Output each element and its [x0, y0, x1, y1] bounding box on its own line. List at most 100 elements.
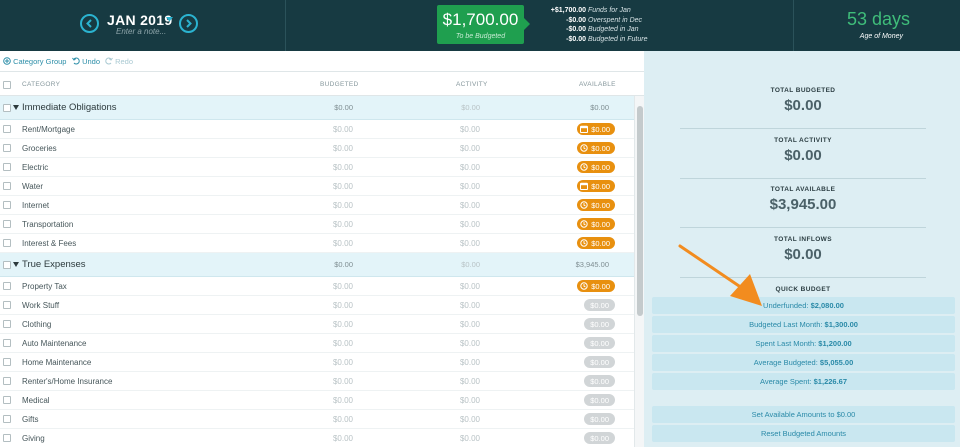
- activity-cell[interactable]: $0.00: [460, 339, 480, 348]
- available-pill[interactable]: $0.00: [584, 413, 615, 425]
- category-name[interactable]: Clothing: [22, 320, 51, 329]
- inspector-action-button[interactable]: Set Available Amounts to $0.00: [652, 406, 955, 423]
- category-checkbox[interactable]: [3, 182, 11, 190]
- group-name[interactable]: Immediate Obligations: [22, 102, 117, 113]
- category-name[interactable]: Transportation: [22, 220, 73, 229]
- available-pill[interactable]: $0.00: [584, 318, 615, 330]
- activity-cell[interactable]: $0.00: [460, 182, 480, 191]
- category-name[interactable]: Auto Maintenance: [22, 339, 87, 348]
- category-row[interactable]: Electric $0.00 $0.00 $0.00: [0, 158, 634, 177]
- category-checkbox[interactable]: [3, 282, 11, 290]
- category-column-header[interactable]: CATEGORY: [22, 81, 60, 88]
- category-row[interactable]: Gifts $0.00 $0.00 $0.00: [0, 410, 634, 429]
- available-cell[interactable]: $0.00: [577, 142, 615, 154]
- activity-cell[interactable]: $0.00: [460, 301, 480, 310]
- budgeted-cell[interactable]: $0.00: [333, 377, 353, 386]
- redo-button[interactable]: Redo: [105, 57, 133, 66]
- available-pill[interactable]: $0.00: [577, 142, 615, 154]
- category-row[interactable]: Water $0.00 $0.00 $0.00: [0, 177, 634, 196]
- activity-cell[interactable]: $0.00: [460, 220, 480, 229]
- category-group-row[interactable]: True Expenses $0.00 $0.00 $3,945.00: [0, 253, 634, 277]
- budgeted-cell[interactable]: $0.00: [333, 415, 353, 424]
- category-row[interactable]: Property Tax $0.00 $0.00 $0.00: [0, 277, 634, 296]
- available-cell[interactable]: $0.00: [577, 161, 615, 173]
- available-cell[interactable]: $0.00: [584, 337, 615, 349]
- collapse-triangle-icon[interactable]: [13, 105, 19, 110]
- category-checkbox[interactable]: [3, 396, 11, 404]
- category-name[interactable]: Giving: [22, 434, 45, 443]
- available-pill[interactable]: $0.00: [584, 394, 615, 406]
- available-cell[interactable]: $0.00: [584, 356, 615, 368]
- category-row[interactable]: Clothing $0.00 $0.00 $0.00: [0, 315, 634, 334]
- budgeted-cell[interactable]: $0.00: [333, 201, 353, 210]
- quick-budget-button[interactable]: Average Spent: $1,226.67: [652, 373, 955, 390]
- budgeted-cell[interactable]: $0.00: [333, 320, 353, 329]
- available-column-header[interactable]: AVAILABLE: [579, 81, 616, 88]
- table-scrollbar[interactable]: [634, 96, 644, 447]
- inspector-action-button[interactable]: Reset Budgeted Amounts: [652, 425, 955, 442]
- available-cell[interactable]: $0.00: [577, 123, 615, 135]
- month-note-input[interactable]: [116, 27, 176, 36]
- previous-month-button[interactable]: [80, 14, 99, 33]
- category-name[interactable]: Internet: [22, 201, 49, 210]
- activity-cell[interactable]: $0.00: [460, 125, 480, 134]
- budgeted-cell[interactable]: $0.00: [333, 239, 353, 248]
- group-name[interactable]: True Expenses: [22, 259, 86, 270]
- budgeted-cell[interactable]: $0.00: [333, 358, 353, 367]
- available-cell[interactable]: $0.00: [584, 318, 615, 330]
- category-name[interactable]: Water: [22, 182, 43, 191]
- category-name[interactable]: Property Tax: [22, 282, 67, 291]
- available-cell[interactable]: $0.00: [577, 218, 615, 230]
- category-group-row[interactable]: Immediate Obligations $0.00 $0.00 $0.00: [0, 96, 634, 120]
- budgeted-cell[interactable]: $0.00: [333, 434, 353, 443]
- category-row[interactable]: Renter's/Home Insurance $0.00 $0.00 $0.00: [0, 372, 634, 391]
- category-checkbox[interactable]: [3, 358, 11, 366]
- activity-cell[interactable]: $0.00: [460, 201, 480, 210]
- category-checkbox[interactable]: [3, 163, 11, 171]
- quick-budget-button[interactable]: Budgeted Last Month: $1,300.00: [652, 316, 955, 333]
- category-checkbox[interactable]: [3, 415, 11, 423]
- budgeted-column-header[interactable]: BUDGETED: [320, 81, 359, 88]
- category-name[interactable]: Medical: [22, 396, 50, 405]
- category-name[interactable]: Rent/Mortgage: [22, 125, 75, 134]
- scrollbar-thumb[interactable]: [637, 106, 643, 316]
- budgeted-cell[interactable]: $0.00: [333, 339, 353, 348]
- available-pill[interactable]: $0.00: [584, 432, 615, 444]
- available-pill[interactable]: $0.00: [584, 299, 615, 311]
- category-row[interactable]: Rent/Mortgage $0.00 $0.00 $0.00: [0, 120, 634, 139]
- activity-cell[interactable]: $0.00: [460, 434, 480, 443]
- category-checkbox[interactable]: [3, 144, 11, 152]
- available-pill[interactable]: $0.00: [577, 218, 615, 230]
- budgeted-cell[interactable]: $0.00: [333, 282, 353, 291]
- to-be-budgeted-badge[interactable]: $1,700.00 To be Budgeted: [437, 5, 530, 44]
- category-checkbox[interactable]: [3, 201, 11, 209]
- available-pill[interactable]: $0.00: [584, 375, 615, 387]
- category-checkbox[interactable]: [3, 239, 11, 247]
- quick-budget-button[interactable]: Spent Last Month: $1,200.00: [652, 335, 955, 352]
- category-row[interactable]: Work Stuff $0.00 $0.00 $0.00: [0, 296, 634, 315]
- budgeted-cell[interactable]: $0.00: [333, 301, 353, 310]
- category-row[interactable]: Auto Maintenance $0.00 $0.00 $0.00: [0, 334, 634, 353]
- activity-cell[interactable]: $0.00: [460, 396, 480, 405]
- activity-cell[interactable]: $0.00: [460, 358, 480, 367]
- activity-cell[interactable]: $0.00: [460, 282, 480, 291]
- activity-cell[interactable]: $0.00: [460, 377, 480, 386]
- available-pill[interactable]: $0.00: [577, 199, 615, 211]
- available-pill[interactable]: $0.00: [577, 180, 615, 192]
- available-pill[interactable]: $0.00: [577, 237, 615, 249]
- budgeted-cell[interactable]: $0.00: [333, 163, 353, 172]
- category-checkbox[interactable]: [3, 320, 11, 328]
- available-cell[interactable]: $0.00: [584, 413, 615, 425]
- available-pill[interactable]: $0.00: [577, 123, 615, 135]
- category-row[interactable]: Transportation $0.00 $0.00 $0.00: [0, 215, 634, 234]
- category-row[interactable]: Groceries $0.00 $0.00 $0.00: [0, 139, 634, 158]
- category-checkbox[interactable]: [3, 301, 11, 309]
- category-name[interactable]: Gifts: [22, 415, 38, 424]
- category-checkbox[interactable]: [3, 220, 11, 228]
- category-row[interactable]: Internet $0.00 $0.00 $0.00: [0, 196, 634, 215]
- category-checkbox[interactable]: [3, 339, 11, 347]
- category-checkbox[interactable]: [3, 125, 11, 133]
- category-name[interactable]: Renter's/Home Insurance: [22, 377, 112, 386]
- caret-down-icon[interactable]: [166, 17, 173, 22]
- budgeted-cell[interactable]: $0.00: [333, 125, 353, 134]
